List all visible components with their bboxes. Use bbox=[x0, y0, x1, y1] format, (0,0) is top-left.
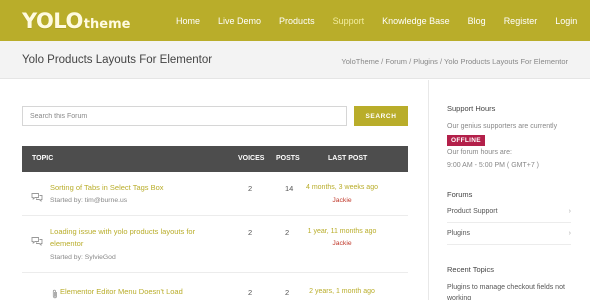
forum-hours-label: Our forum hours are: bbox=[447, 149, 512, 156]
column-posts: POSTS bbox=[276, 155, 300, 162]
topic-title[interactable]: Loading issue with yolo products layouts… bbox=[50, 226, 220, 250]
support-hours-heading: Support Hours bbox=[447, 104, 496, 113]
status-badge: OFFLINE bbox=[447, 135, 485, 146]
forum-search-input[interactable] bbox=[22, 106, 347, 126]
nav-login[interactable]: Login bbox=[555, 16, 577, 26]
page-title: Yolo Products Layouts For Elementor bbox=[22, 54, 213, 66]
topic-title[interactable]: Sorting of Tabs in Select Tags Box bbox=[50, 182, 164, 194]
divider bbox=[447, 222, 571, 223]
nav-support[interactable]: Support bbox=[333, 16, 365, 26]
topic-row: Loading issue with yolo products layouts… bbox=[22, 216, 408, 273]
breadcrumb-plugins[interactable]: Plugins bbox=[413, 57, 438, 66]
column-last-post: LAST POST bbox=[328, 155, 368, 162]
forums-heading: Forums bbox=[447, 190, 473, 199]
recent-topics-heading: Recent Topics bbox=[447, 265, 494, 274]
topic-starter: Started by: SylvieGod bbox=[50, 254, 116, 261]
topic-voices: 2 bbox=[248, 184, 253, 193]
forum-chat-icon bbox=[31, 189, 43, 207]
nav-products[interactable]: Products bbox=[279, 16, 315, 26]
divider bbox=[447, 244, 571, 245]
topic-freshness-link[interactable]: 1 year, 11 months ago bbox=[282, 228, 402, 235]
sidebar-forum-label: Product Support bbox=[447, 208, 498, 215]
topic-voices: 2 bbox=[248, 228, 253, 237]
nav-home[interactable]: Home bbox=[176, 16, 200, 26]
nav-blog[interactable]: Blog bbox=[468, 16, 486, 26]
topic-title[interactable]: Elementor Editor Menu Doesn't Load bbox=[60, 286, 183, 298]
nav-register[interactable]: Register bbox=[504, 16, 538, 26]
forum-search-button[interactable]: SEARCH bbox=[354, 106, 408, 126]
topic-freshness-link[interactable]: 2 years, 1 month ago bbox=[282, 288, 402, 295]
forum-hours-value: 9:00 AM - 5:00 PM ( GMT+7 ) bbox=[447, 162, 540, 169]
column-voices: VOICES bbox=[238, 155, 265, 162]
column-topic: TOPIC bbox=[32, 155, 54, 162]
page-titlebar: Yolo Products Layouts For Elementor Yolo… bbox=[0, 41, 590, 79]
logo-main-text: YOLO bbox=[22, 9, 83, 33]
chevron-right-icon: › bbox=[568, 230, 571, 237]
topic-last-author[interactable]: Jackie bbox=[282, 197, 402, 204]
site-header: YOLO theme Home Live Demo Products Suppo… bbox=[0, 0, 590, 41]
attachment-icon bbox=[52, 286, 58, 300]
sidebar-forum-label: Plugins bbox=[447, 230, 470, 237]
logo-sub-text: theme bbox=[83, 17, 131, 32]
site-logo[interactable]: YOLO theme bbox=[22, 9, 131, 33]
topics-table-header: TOPIC VOICES POSTS LAST POST bbox=[22, 146, 408, 172]
forum-sidebar: Support Hours Our genius supporters are … bbox=[428, 80, 590, 300]
topic-voices: 2 bbox=[248, 288, 253, 297]
breadcrumb-current: Yolo Products Layouts For Elementor bbox=[444, 57, 568, 66]
topic-row: Elementor Editor Menu Doesn't Load 2 2 2… bbox=[22, 273, 408, 300]
recent-topic-link[interactable]: Plugins to manage checkout fields not wo… bbox=[447, 282, 577, 300]
chevron-right-icon: › bbox=[568, 208, 571, 215]
supporters-status-text: Our genius supporters are currently bbox=[447, 123, 558, 130]
breadcrumb-yolotheme[interactable]: YoloTheme bbox=[341, 57, 379, 66]
sidebar-forum-product-support[interactable]: Product Support › bbox=[447, 208, 571, 215]
nav-live-demo[interactable]: Live Demo bbox=[218, 16, 261, 26]
main-nav: Home Live Demo Products Support Knowledg… bbox=[176, 0, 590, 41]
topic-starter: Started by: tim@burne.us bbox=[50, 197, 128, 204]
breadcrumb: YoloTheme / Forum / Plugins / Yolo Produ… bbox=[341, 57, 568, 66]
topic-row: Sorting of Tabs in Select Tags Box Start… bbox=[22, 172, 408, 216]
topic-last-author[interactable]: Jackie bbox=[282, 240, 402, 247]
sidebar-forum-plugins[interactable]: Plugins › bbox=[447, 230, 571, 237]
breadcrumb-forum[interactable]: Forum bbox=[385, 57, 407, 66]
forum-chat-icon bbox=[31, 233, 43, 251]
nav-knowledge-base[interactable]: Knowledge Base bbox=[382, 16, 450, 26]
topic-freshness-link[interactable]: 4 months, 3 weeks ago bbox=[282, 184, 402, 191]
